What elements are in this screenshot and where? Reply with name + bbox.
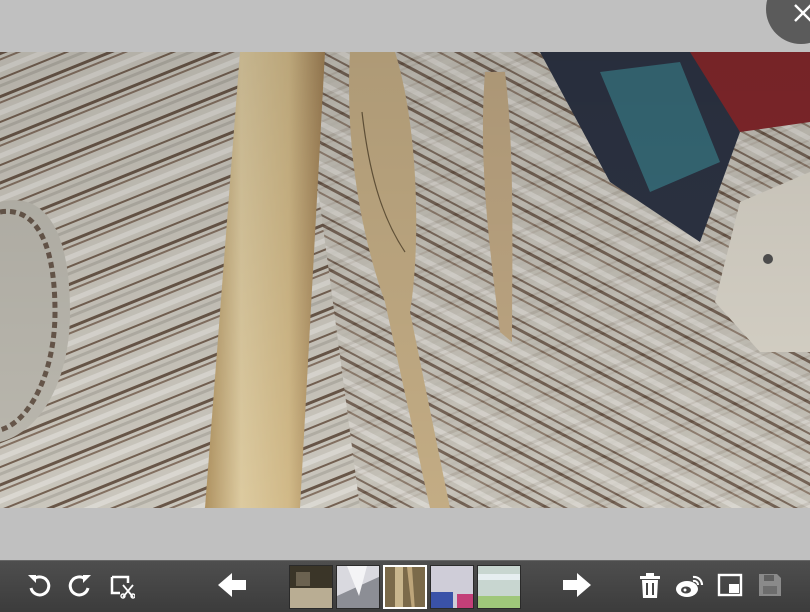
picture-in-picture-icon <box>717 573 743 597</box>
thumbnail-1[interactable] <box>289 565 333 609</box>
save-button[interactable] <box>753 569 787 603</box>
thumbnail-4-image <box>431 566 473 608</box>
weibo-icon <box>676 575 704 597</box>
thumbnail-2[interactable] <box>336 565 380 609</box>
pip-button[interactable] <box>713 569 747 603</box>
photo-view[interactable] <box>0 52 810 508</box>
viewer-bottom-area <box>0 508 810 560</box>
viewer-top-area <box>0 0 810 52</box>
trash-icon <box>640 573 660 598</box>
next-button[interactable] <box>560 569 594 603</box>
arrow-right-icon <box>563 573 591 597</box>
crop-icon <box>110 575 135 599</box>
arrow-left-icon <box>218 573 246 597</box>
weibo-share-button[interactable] <box>673 569 707 603</box>
crop-button[interactable] <box>104 569 138 603</box>
save-icon <box>759 574 781 596</box>
thumbnail-4[interactable] <box>430 565 474 609</box>
rotate-left-icon <box>28 575 51 597</box>
rotate-right-icon <box>68 575 91 597</box>
thumbnail-2-image <box>337 566 379 608</box>
thumbnail-5[interactable] <box>477 565 521 609</box>
viewer-toolbar <box>0 560 810 612</box>
photo-image <box>0 52 810 508</box>
rotate-right-button[interactable] <box>63 569 97 603</box>
rotate-left-button[interactable] <box>22 569 56 603</box>
thumbnail-5-image <box>478 566 520 608</box>
delete-button[interactable] <box>633 569 667 603</box>
close-icon <box>794 4 810 22</box>
previous-button[interactable] <box>215 569 249 603</box>
thumbnail-3-image <box>385 567 425 607</box>
thumbnail-1-image <box>290 566 332 608</box>
thumbnail-3[interactable] <box>383 565 427 609</box>
